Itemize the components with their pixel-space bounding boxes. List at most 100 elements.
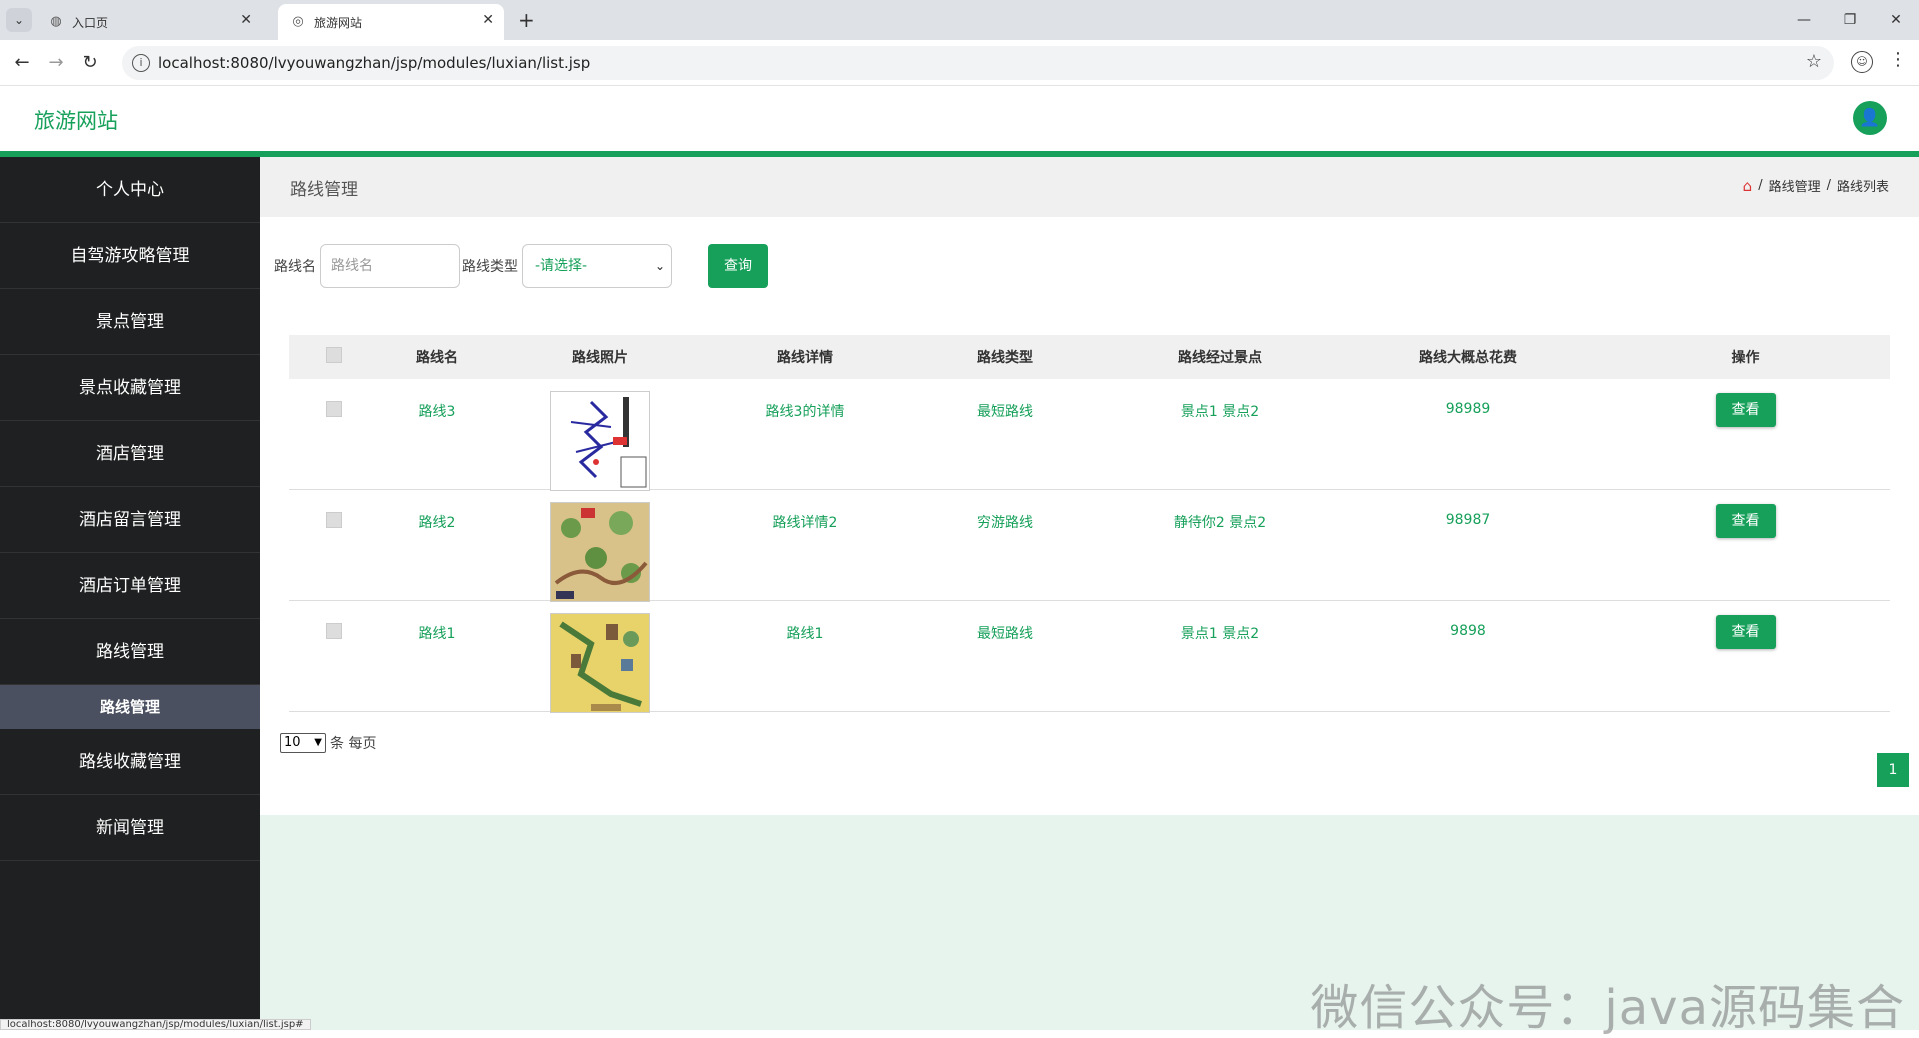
column-header: 路线照片 [572, 350, 628, 366]
close-icon[interactable]: ✕ [240, 12, 252, 28]
close-icon[interactable]: ✕ [482, 12, 494, 28]
select-all-checkbox[interactable] [326, 347, 342, 363]
status-bar-url: localhost:8080/lvyouwangzhan/jsp/modules… [0, 1019, 311, 1030]
route-photo[interactable] [550, 391, 650, 491]
site-info-icon[interactable]: i [132, 54, 150, 72]
url-text[interactable]: localhost:8080/lvyouwangzhan/jsp/modules… [158, 54, 590, 72]
column-header: 路线经过景点 [1178, 350, 1262, 366]
close-window-button[interactable]: ✕ [1873, 0, 1919, 40]
tab-title: 入口页 [72, 16, 109, 30]
route-type-cell: 最短路线 [977, 626, 1033, 642]
breadcrumb-separator: / [1758, 178, 1763, 193]
sidebar-item-news[interactable]: 新闻管理 [0, 795, 260, 861]
route-name-input[interactable]: 路线名 [320, 244, 460, 288]
page-number-button[interactable]: 1 [1877, 753, 1909, 787]
route-spots-cell: 景点1 景点2 [1180, 626, 1260, 642]
column-header: 路线大概总花费 [1419, 350, 1517, 366]
bookmark-star-icon[interactable]: ☆ [1806, 51, 1822, 72]
route-name-label: 路线名 [274, 259, 316, 275]
route-illustration-thumbnail [554, 508, 648, 599]
minimize-button[interactable]: — [1781, 0, 1827, 40]
view-button[interactable]: 查看 [1715, 615, 1776, 649]
site-icon: ◎ [292, 14, 304, 29]
route-map-thumbnail [570, 397, 647, 488]
page-header: 路线管理 ⌂ / 路线管理 / 路线列表 [260, 157, 1919, 217]
route-type-select[interactable]: -请选择- ⌄ [522, 244, 672, 288]
select-all-cell [289, 347, 379, 367]
site-brand[interactable]: 旅游网站 [34, 105, 118, 135]
chevron-down-icon: ▼ [314, 737, 322, 748]
row-checkbox[interactable] [326, 512, 342, 528]
restore-button[interactable]: ❐ [1827, 0, 1873, 40]
route-photo[interactable] [550, 502, 650, 602]
view-button[interactable]: 查看 [1715, 393, 1776, 427]
search-form: 路线名 路线名 路线类型 -请选择- ⌄ 查询 [274, 243, 768, 289]
route-name-cell: 路线1 [418, 626, 456, 642]
sidebar-item-spots[interactable]: 景点管理 [0, 289, 260, 355]
window-controls: — ❐ ✕ [1781, 0, 1919, 40]
route-type-cell: 穷游路线 [977, 515, 1033, 531]
url-bar[interactable]: i localhost:8080/lvyouwangzhan/jsp/modul… [122, 46, 1834, 80]
breadcrumb-item[interactable]: 路线管理 [1769, 176, 1821, 195]
sidebar-item-hotel-orders[interactable]: 酒店订单管理 [0, 553, 260, 619]
tab-entry[interactable]: ◍ 入口页 ✕ [36, 4, 262, 40]
sidebar-item-route-favorites[interactable]: 路线收藏管理 [0, 729, 260, 795]
route-name-cell: 路线3 [418, 404, 456, 420]
sidebar-subitem-routes[interactable]: 路线管理 [0, 685, 260, 729]
route-cost-cell: 9898 [1450, 623, 1486, 639]
sidebar-item-hotels[interactable]: 酒店管理 [0, 421, 260, 487]
sidebar-item-spot-favorites[interactable]: 景点收藏管理 [0, 355, 260, 421]
column-header: 路线类型 [977, 350, 1033, 366]
route-detail-cell: 路线详情2 [772, 515, 838, 531]
view-button[interactable]: 查看 [1715, 504, 1776, 538]
globe-icon: ◍ [50, 14, 62, 29]
page-size-control: 10 ▼ 条 每页 [280, 733, 376, 753]
back-icon[interactable]: ← [10, 51, 34, 75]
chevron-down-icon: ⌄ [654, 259, 665, 273]
table-row: 路线3 路线3的详情 最短路线 景点1 景点2 98989 查看 [289, 379, 1890, 491]
route-detail-cell: 路线3的详情 [765, 404, 845, 420]
breadcrumb-item: 路线列表 [1836, 180, 1889, 195]
route-type-cell: 最短路线 [977, 404, 1033, 420]
app-header: 旅游网站 👤 [0, 87, 1919, 151]
routes-table: 路线名 路线照片 路线详情 路线类型 路线经过景点 路线大概总花费 操作 路线3 [289, 335, 1890, 713]
route-spots-cell: 景点1 景点2 [1180, 404, 1260, 420]
home-icon[interactable]: ⌂ [1743, 177, 1753, 195]
route-photo[interactable] [550, 613, 650, 713]
query-button[interactable]: 查询 [708, 244, 768, 288]
column-header: 路线详情 [777, 350, 833, 366]
table-header: 路线名 路线照片 路线详情 路线类型 路线经过景点 路线大概总花费 操作 [289, 335, 1890, 379]
profile-icon[interactable]: ☺ [1851, 51, 1873, 73]
row-checkbox[interactable] [326, 401, 342, 417]
sidebar: 个人中心 自驾游攻略管理 景点管理 景点收藏管理 酒店管理 酒店留言管理 酒店订… [0, 157, 260, 1030]
tab-travel-site[interactable]: ◎ 旅游网站 ✕ [278, 4, 504, 40]
route-type-selected: -请选择- [535, 258, 588, 274]
content-panel: 路线名 路线名 路线类型 -请选择- ⌄ 查询 路线名 路线照片 路线详情 路线… [260, 217, 1919, 815]
sidebar-item-driving-guide[interactable]: 自驾游攻略管理 [0, 223, 260, 289]
user-avatar-icon[interactable]: 👤 [1853, 101, 1887, 135]
sidebar-item-routes[interactable]: 路线管理 [0, 619, 260, 685]
breadcrumb-separator: / [1826, 178, 1831, 193]
route-type-label: 路线类型 [462, 259, 518, 275]
tab-search-button[interactable]: ⌄ [6, 8, 32, 32]
page-size-value: 10 [284, 735, 301, 750]
table-row: 路线2 路线详情2 穷游路线 静待你2 景点2 98987 查看 [289, 490, 1890, 602]
column-header: 操作 [1731, 350, 1760, 366]
column-header: 路线名 [416, 350, 458, 366]
browser-menu-icon[interactable]: ⋮ [1889, 49, 1907, 70]
sidebar-item-personal-center[interactable]: 个人中心 [0, 157, 260, 223]
row-checkbox[interactable] [326, 623, 342, 639]
address-bar-row: ← → ↻ i localhost:8080/lvyouwangzhan/jsp… [0, 40, 1919, 86]
route-tourist-map-thumbnail [559, 621, 642, 711]
watermark-text: 微信公众号：java源码集合 [1310, 980, 1905, 1036]
new-tab-button[interactable]: + [518, 8, 535, 32]
sidebar-item-hotel-messages[interactable]: 酒店留言管理 [0, 487, 260, 553]
route-detail-cell: 路线1 [786, 626, 824, 642]
breadcrumb: ⌂ / 路线管理 / 路线列表 [1743, 176, 1889, 196]
reload-icon[interactable]: ↻ [78, 51, 102, 75]
per-page-label: 条 每页 [330, 736, 377, 752]
route-spots-cell: 静待你2 景点2 [1173, 515, 1267, 531]
forward-icon[interactable]: → [44, 51, 68, 75]
route-name-cell: 路线2 [418, 515, 456, 531]
page-size-select[interactable]: 10 ▼ [280, 733, 326, 753]
